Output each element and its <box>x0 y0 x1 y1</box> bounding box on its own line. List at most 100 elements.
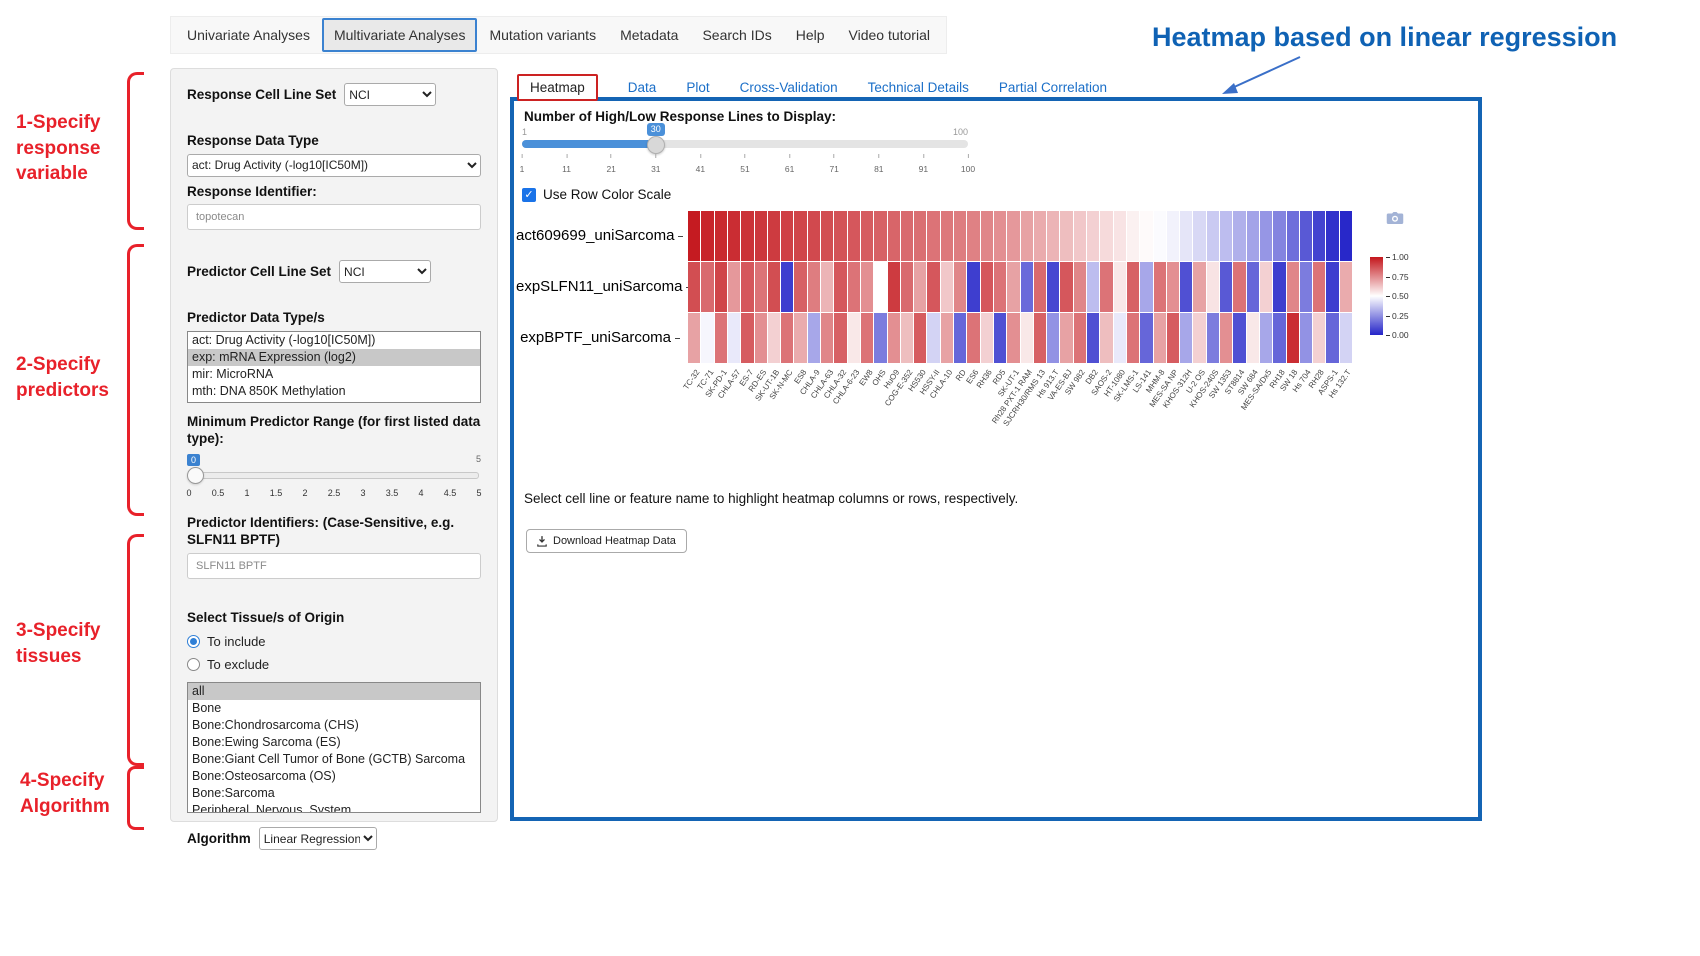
heatmap-cell[interactable] <box>688 211 700 261</box>
heatmap-cell[interactable] <box>688 313 700 363</box>
heatmap-cell[interactable] <box>1074 211 1086 261</box>
heatmap-cell[interactable] <box>994 262 1006 312</box>
heatmap-cell[interactable] <box>794 262 806 312</box>
heatmap-cell[interactable] <box>901 211 913 261</box>
heatmap-cell[interactable] <box>1114 211 1126 261</box>
heatmap-cell[interactable] <box>981 262 993 312</box>
heatmap-cell[interactable] <box>834 211 846 261</box>
heatmap-cell[interactable] <box>967 262 979 312</box>
heatmap-cell[interactable] <box>715 211 727 261</box>
heatmap-cell[interactable] <box>941 211 953 261</box>
heatmap-cell[interactable] <box>874 313 886 363</box>
heatmap-cell[interactable] <box>1247 262 1259 312</box>
heatmap-cell[interactable] <box>808 313 820 363</box>
heatmap-cell[interactable] <box>848 211 860 261</box>
nav-item-search-ids[interactable]: Search IDs <box>690 18 783 52</box>
heatmap-cell[interactable] <box>874 262 886 312</box>
heatmap-cell[interactable] <box>741 211 753 261</box>
heatmap-cell[interactable] <box>688 262 700 312</box>
nav-item-video-tutorial[interactable]: Video tutorial <box>837 18 942 52</box>
heatmap-cell[interactable] <box>1180 313 1192 363</box>
heatmap-cell[interactable] <box>781 211 793 261</box>
tissue-option-bone-osteosarcoma-os[interactable]: Bone:Osteosarcoma (OS) <box>188 768 480 785</box>
response-identifier-input[interactable] <box>187 204 481 230</box>
predictor-identifiers-input[interactable] <box>187 553 481 579</box>
heatmap-cell[interactable] <box>701 211 713 261</box>
tab-data[interactable]: Data <box>628 80 657 95</box>
tissue-include-option[interactable]: To include <box>187 634 481 649</box>
tab-plot[interactable]: Plot <box>686 80 709 95</box>
heatmap-cell[interactable] <box>967 211 979 261</box>
heatmap-cell[interactable] <box>1114 262 1126 312</box>
heatmap-cell[interactable] <box>1287 262 1299 312</box>
heatmap-cell[interactable] <box>1007 211 1019 261</box>
algorithm-select[interactable]: Linear Regression <box>259 827 377 850</box>
option-mth-dna-850k-methylation[interactable]: mth: DNA 850K Methylation <box>188 383 480 400</box>
heatmap-cell[interactable] <box>741 262 753 312</box>
heatmap-cell[interactable] <box>1207 313 1219 363</box>
heatmap-cell[interactable] <box>834 313 846 363</box>
heatmap-cell[interactable] <box>1021 262 1033 312</box>
heatmap-cell[interactable] <box>755 211 767 261</box>
nav-item-mutation-variants[interactable]: Mutation variants <box>477 18 608 52</box>
heatmap-cell[interactable] <box>768 313 780 363</box>
tissue-exclude-option[interactable]: To exclude <box>187 657 481 672</box>
tab-cross-validation[interactable]: Cross-Validation <box>740 80 838 95</box>
heatmap-cell[interactable] <box>1287 211 1299 261</box>
camera-icon[interactable] <box>1386 211 1404 230</box>
heatmap-cell[interactable] <box>1034 313 1046 363</box>
response-data-type-select[interactable]: act: Drug Activity (-log10[IC50M]) <box>187 154 481 177</box>
heatmap-cell[interactable] <box>1193 262 1205 312</box>
heatmap-cell[interactable] <box>1233 211 1245 261</box>
heatmap-cell[interactable] <box>1167 313 1179 363</box>
heatmap-cell[interactable] <box>1100 313 1112 363</box>
heatmap-cell[interactable] <box>1154 211 1166 261</box>
min-predictor-range-slider[interactable]: 0 5 00.511.522.533.544.55 <box>187 456 481 500</box>
min-range-handle[interactable] <box>187 467 204 484</box>
heatmap-cell[interactable] <box>1340 211 1352 261</box>
tab-partial-correlation[interactable]: Partial Correlation <box>999 80 1107 95</box>
tissue-option-peripheral-nervous-system[interactable]: Peripheral_Nervous_System <box>188 802 480 813</box>
heatmap-cell[interactable] <box>1233 262 1245 312</box>
heatmap-cell[interactable] <box>1300 211 1312 261</box>
heatmap-cell[interactable] <box>728 262 740 312</box>
heatmap-cell[interactable] <box>927 313 939 363</box>
heatmap-cell[interactable] <box>1034 262 1046 312</box>
heatmap-cell[interactable] <box>1060 262 1072 312</box>
heatmap-cell[interactable] <box>1100 211 1112 261</box>
heatmap-cell[interactable] <box>1047 211 1059 261</box>
heatmap-cell[interactable] <box>808 262 820 312</box>
heatmap-grid[interactable] <box>688 211 1352 363</box>
heatmap-cell[interactable] <box>1313 211 1325 261</box>
heatmap-cell[interactable] <box>1127 262 1139 312</box>
download-heatmap-data-button[interactable]: Download Heatmap Data <box>526 529 687 553</box>
heatmap-cell[interactable] <box>701 313 713 363</box>
tissue-option-bone-sarcoma[interactable]: Bone:Sarcoma <box>188 785 480 802</box>
tissue-option-bone[interactable]: Bone <box>188 700 480 717</box>
heatmap-cell[interactable] <box>1087 262 1099 312</box>
heatmap-cell[interactable] <box>914 211 926 261</box>
heatmap-cell[interactable] <box>1207 262 1219 312</box>
heatmap-cell[interactable] <box>1034 211 1046 261</box>
heatmap-cell[interactable] <box>1154 262 1166 312</box>
min-range-track[interactable] <box>189 472 479 479</box>
heatmap-cell[interactable] <box>1273 313 1285 363</box>
heatmap-cell[interactable] <box>927 211 939 261</box>
radio-unselected-icon[interactable] <box>187 658 200 671</box>
heatmap-cell[interactable] <box>848 313 860 363</box>
slider-handle[interactable] <box>647 136 665 154</box>
heatmap-cell[interactable] <box>1180 211 1192 261</box>
heatmap-cell[interactable] <box>954 262 966 312</box>
heatmap-cell[interactable] <box>1326 262 1338 312</box>
heatmap-cell[interactable] <box>941 262 953 312</box>
heatmap-cell[interactable] <box>901 313 913 363</box>
nav-item-multivariate-analyses[interactable]: Multivariate Analyses <box>322 18 478 52</box>
heatmap-cell[interactable] <box>1100 262 1112 312</box>
heatmap-cell[interactable] <box>728 313 740 363</box>
heatmap-cell[interactable] <box>861 262 873 312</box>
heatmap-cell[interactable] <box>861 313 873 363</box>
heatmap-cell[interactable] <box>1340 313 1352 363</box>
tab-heatmap[interactable]: Heatmap <box>517 74 598 101</box>
heatmap-cell[interactable] <box>1007 262 1019 312</box>
heatmap-cell[interactable] <box>1260 211 1272 261</box>
